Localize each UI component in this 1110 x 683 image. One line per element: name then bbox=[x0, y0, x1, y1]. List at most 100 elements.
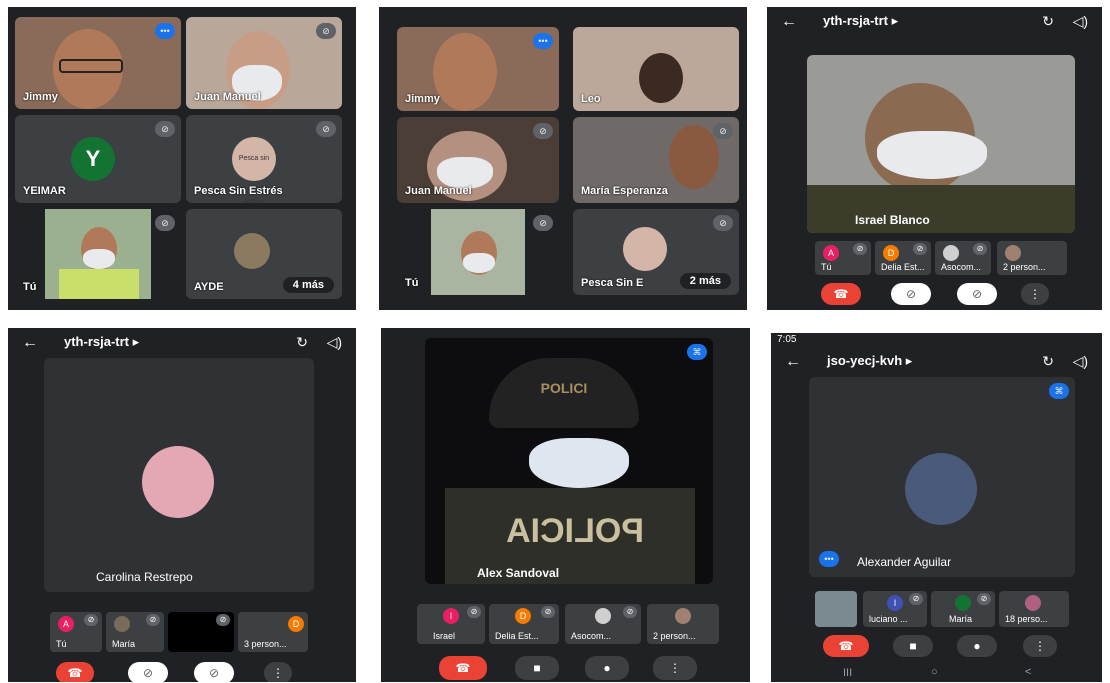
home-button[interactable]: ○ bbox=[931, 666, 938, 678]
volume-icon[interactable]: ◁) bbox=[1073, 13, 1088, 30]
participant-name: Jimmy bbox=[23, 91, 58, 103]
self-tile[interactable]: ⊘ Tú bbox=[15, 209, 181, 299]
main-video[interactable]: Israel Blanco bbox=[807, 55, 1075, 233]
participant-thumb[interactable] bbox=[815, 591, 857, 627]
mic-off-icon: ⊘ bbox=[913, 243, 927, 255]
thumb-label: 3 person... bbox=[244, 639, 287, 649]
camera-off-button[interactable]: ⊘ bbox=[891, 283, 931, 305]
thumb-label: María bbox=[112, 639, 136, 649]
meeting-code[interactable]: jso-yecj-kvh ▸ bbox=[827, 353, 912, 369]
self-tile[interactable]: ⊘ Tú bbox=[397, 209, 559, 295]
mic-off-icon: ⊘ bbox=[853, 243, 867, 255]
end-call-button[interactable]: ☎ bbox=[823, 635, 869, 657]
end-call-button[interactable]: ☎ bbox=[439, 656, 487, 680]
recent-apps-button[interactable]: III bbox=[843, 667, 852, 679]
participant-tile[interactable]: ••• Jimmy bbox=[397, 27, 559, 111]
avatar: D bbox=[515, 608, 531, 624]
camera-button[interactable]: ■ bbox=[893, 635, 933, 657]
pin-icon[interactable]: ⌘ bbox=[687, 344, 707, 360]
participant-thumb[interactable]: A ⊘ Tú bbox=[50, 612, 102, 652]
participant-thumb[interactable]: ⊘ Asocom... bbox=[565, 604, 641, 644]
end-call-button[interactable]: ☎ bbox=[56, 662, 94, 682]
mic-off-icon: ⊘ bbox=[155, 215, 175, 231]
mic-off-button[interactable]: ⊘ bbox=[194, 662, 234, 682]
participant-tile[interactable]: ••• Jimmy bbox=[15, 17, 181, 109]
back-icon[interactable]: ← bbox=[781, 13, 797, 31]
camera-button[interactable]: ■ bbox=[515, 656, 559, 680]
mic-button[interactable]: ● bbox=[585, 656, 629, 680]
participant-name: Tú bbox=[405, 277, 419, 289]
mic-off-icon: ⊘ bbox=[977, 593, 991, 605]
participant-video bbox=[639, 53, 683, 103]
camera-off-button[interactable]: ⊘ bbox=[128, 662, 168, 682]
thumb-label: 2 person... bbox=[653, 631, 696, 641]
participant-thumb[interactable]: D 3 person... bbox=[238, 612, 308, 652]
participant-thumb[interactable]: l ⊘ luciano ... bbox=[863, 591, 927, 627]
meeting-code[interactable]: yth-rsja-trt ▸ bbox=[823, 13, 898, 29]
participant-thumb[interactable]: D ⊘ Delia Est... bbox=[489, 604, 559, 644]
thumb-label: Asocom... bbox=[941, 262, 982, 272]
participant-name: Juan Manuel bbox=[405, 185, 472, 197]
meeting-code[interactable]: yth-rsja-trt ▸ bbox=[64, 334, 139, 350]
switch-camera-icon[interactable]: ↻ bbox=[296, 334, 308, 351]
participant-thumb[interactable]: 2 person... bbox=[997, 241, 1067, 275]
mic-off-icon: ⊘ bbox=[316, 121, 336, 137]
more-options-button[interactable]: ⋮ bbox=[653, 656, 697, 680]
thumb-label: Israel bbox=[433, 631, 456, 641]
participant-thumb[interactable]: ⊘ María bbox=[931, 591, 995, 627]
top-bar: ← jso-yecj-kvh ▸ ↻ ◁) bbox=[771, 349, 1102, 373]
participant-thumb[interactable]: 18 perso... bbox=[999, 591, 1069, 627]
back-nav-button[interactable]: < bbox=[1025, 666, 1031, 678]
avatar: A bbox=[58, 616, 74, 632]
participant-thumb[interactable]: ⊘ Asocom... bbox=[935, 241, 991, 275]
mic-off-icon: ⊘ bbox=[623, 606, 637, 618]
thumb-label: 2 person... bbox=[1003, 262, 1046, 272]
thumb-label: Tú bbox=[821, 262, 832, 272]
speaking-indicator-icon: ••• bbox=[155, 23, 175, 39]
thumb-label: Tú bbox=[56, 639, 67, 649]
participant-thumb[interactable]: A ⊘ Tú bbox=[815, 241, 871, 275]
participant-tile[interactable]: ⊘ Juan Manuel bbox=[397, 117, 559, 203]
uniform bbox=[807, 185, 1075, 233]
back-icon[interactable]: ← bbox=[785, 353, 801, 371]
mic-off-icon: ⊘ bbox=[533, 215, 553, 231]
avatar: D bbox=[883, 245, 899, 261]
participant-name: María Esperanza bbox=[581, 185, 668, 197]
main-video[interactable]: ⌘ ••• Alexander Aguilar bbox=[809, 377, 1075, 577]
participant-tile[interactable]: ⊘ María Esperanza bbox=[573, 117, 739, 203]
screenshot-call-3: ← yth-rsja-trt ▸ ↻ ◁) Israel Blanco A ⊘ … bbox=[767, 7, 1102, 310]
volume-icon[interactable]: ◁) bbox=[327, 334, 342, 351]
more-options-button[interactable]: ⋮ bbox=[1023, 635, 1057, 657]
main-video[interactable]: Carolina Restrepo bbox=[44, 358, 314, 592]
mic-off-icon: ⊘ bbox=[713, 215, 733, 231]
participant-tile[interactable]: ⊘ Pesca Sin E 2 más bbox=[573, 209, 739, 295]
switch-camera-icon[interactable]: ↻ bbox=[1042, 13, 1054, 30]
volume-icon[interactable]: ◁) bbox=[1073, 353, 1088, 370]
participant-tile[interactable]: Leo bbox=[573, 27, 739, 111]
main-video[interactable]: POLICI POLICIA ⌘ Alex Sandoval bbox=[425, 338, 713, 584]
participant-tile[interactable]: Y ⊘ YEIMAR bbox=[15, 115, 181, 203]
more-options-button[interactable]: ⋮ bbox=[1021, 283, 1049, 305]
pin-icon[interactable]: ⌘ bbox=[1049, 383, 1069, 399]
mic-button[interactable]: ● bbox=[957, 635, 997, 657]
more-participants-badge[interactable]: 4 más bbox=[282, 277, 334, 293]
participant-thumb[interactable]: D ⊘ Delia Est... bbox=[875, 241, 931, 275]
more-participants-badge[interactable]: 2 más bbox=[679, 273, 731, 289]
participant-tile[interactable]: AYDE 4 más bbox=[186, 209, 342, 299]
participant-thumb[interactable]: ⊘ María bbox=[106, 612, 164, 652]
participant-thumb[interactable]: I ⊘ Israel bbox=[417, 604, 485, 644]
participant-tile[interactable]: ⊘ Juan Manuel bbox=[186, 17, 342, 109]
switch-camera-icon[interactable]: ↻ bbox=[1042, 353, 1054, 370]
more-options-button[interactable]: ⋮ bbox=[264, 662, 292, 682]
participant-thumb[interactable]: 2 person... bbox=[647, 604, 719, 644]
end-call-button[interactable]: ☎ bbox=[821, 283, 861, 305]
participant-video bbox=[433, 33, 497, 111]
avatar: Pesca sin Estrés bbox=[232, 137, 276, 203]
avatar: I bbox=[443, 608, 459, 624]
mic-off-icon: ⊘ bbox=[541, 606, 555, 618]
participant-thumb[interactable]: ⊘ bbox=[168, 612, 234, 652]
back-icon[interactable]: ← bbox=[22, 334, 38, 352]
avatar bbox=[114, 616, 130, 632]
participant-tile[interactable]: Pesca sin Estrés ⊘ Pesca Sin Estrés bbox=[186, 115, 342, 203]
mic-off-button[interactable]: ⊘ bbox=[957, 283, 997, 305]
